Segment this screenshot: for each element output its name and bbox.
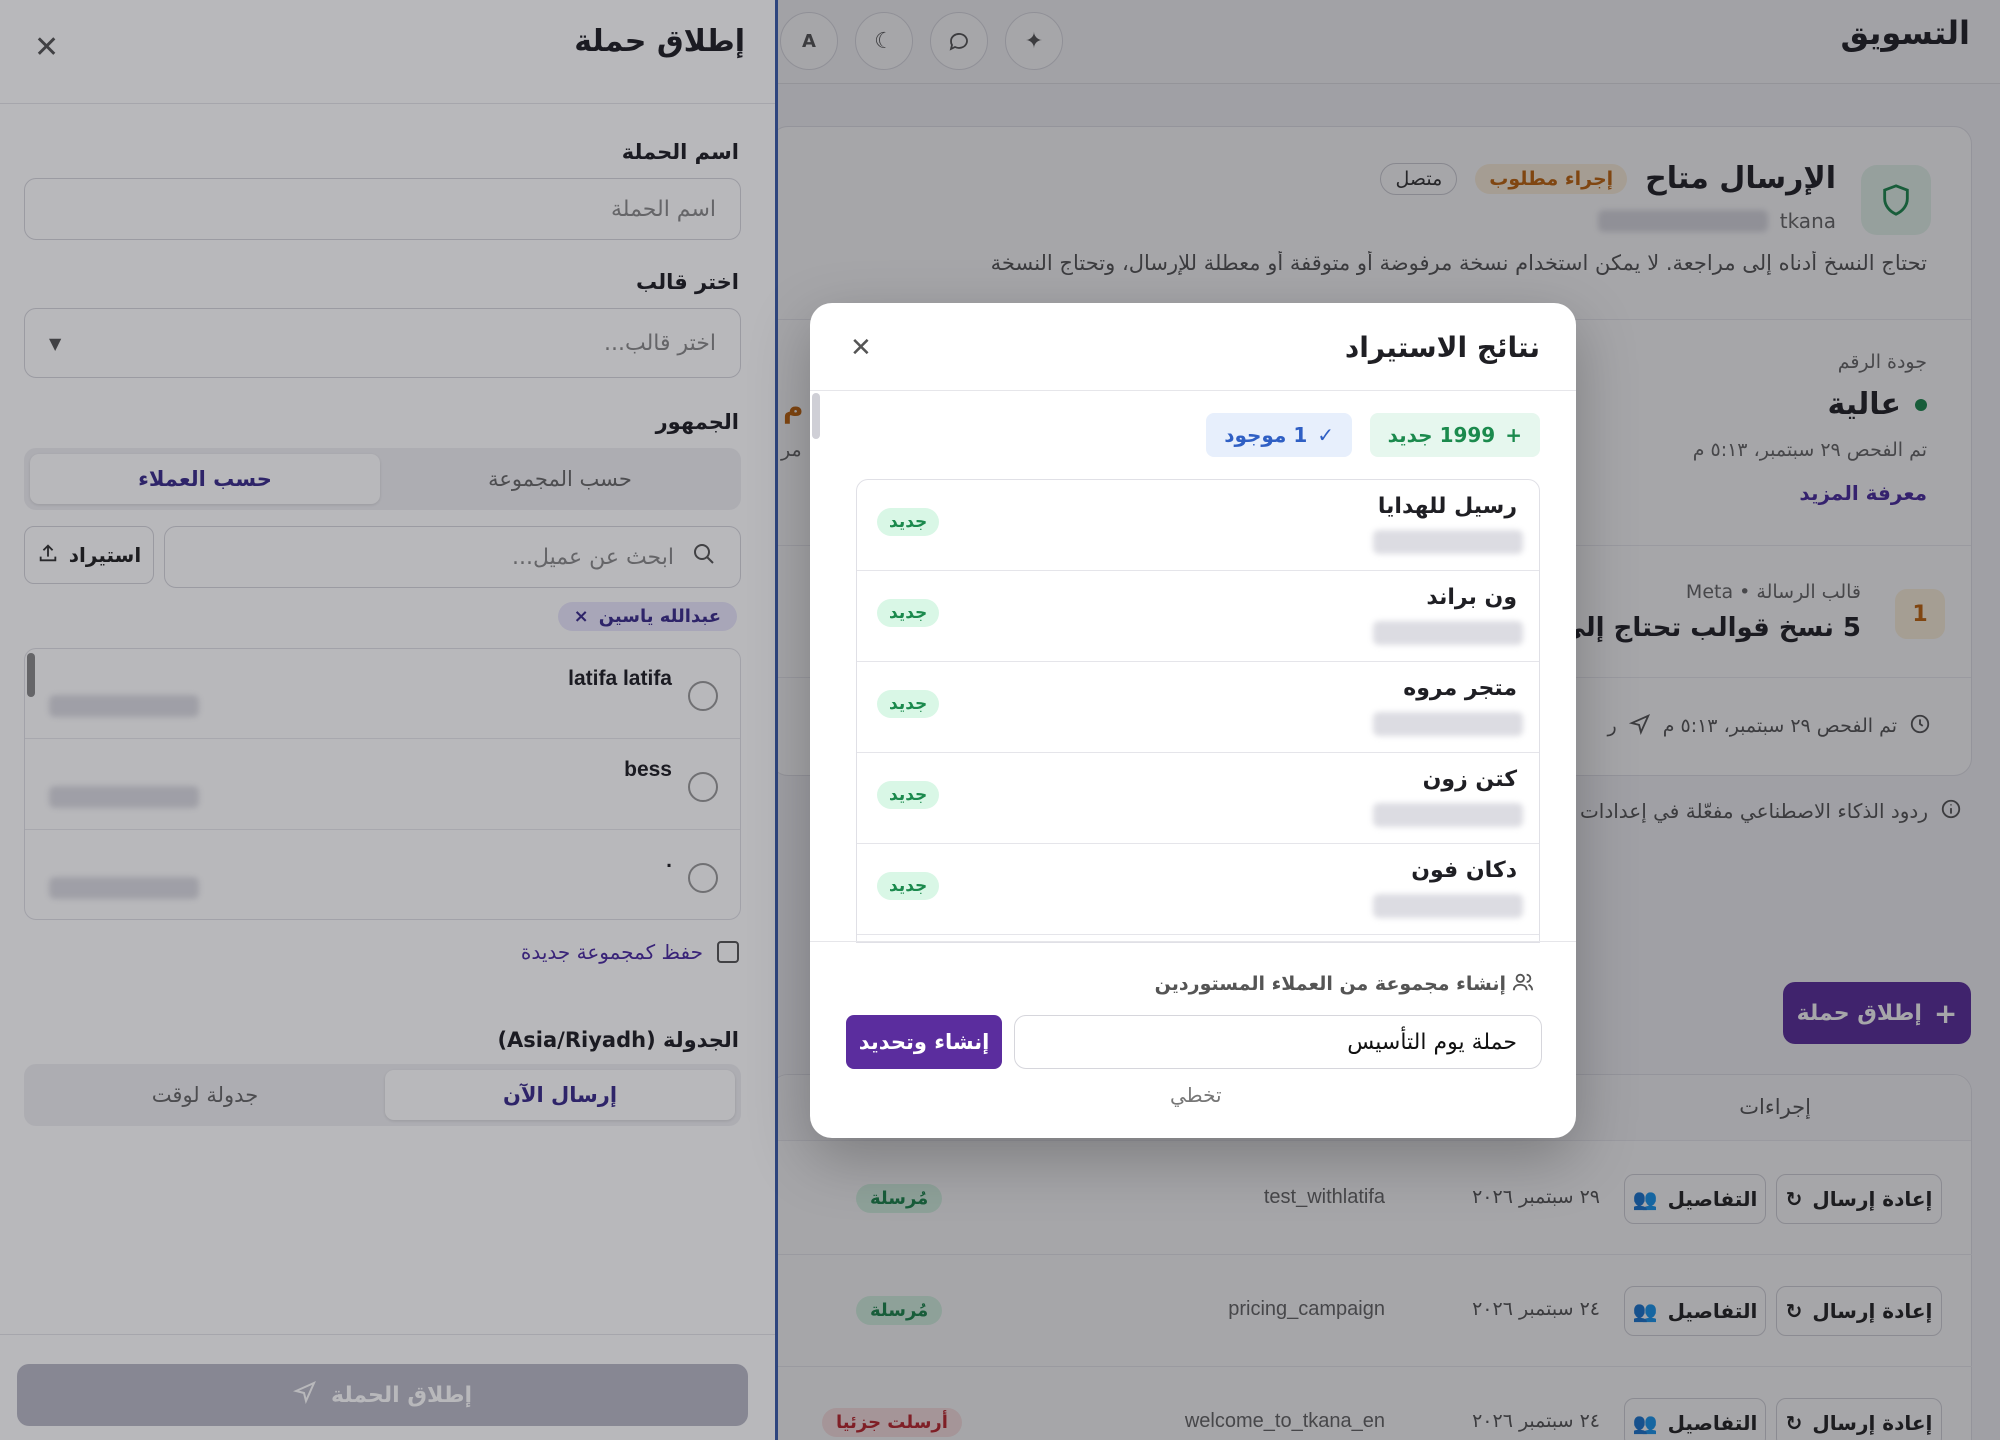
- customer-list: latifa latifa bess.: [24, 648, 741, 920]
- results-list: رسيل للهدايا جديد ون براند جديد متجر مروه جدي…: [856, 479, 1540, 943]
- campaign-name-label: اسم الحملة: [621, 140, 739, 164]
- selected-customer-chip[interactable]: عبدالله ياسين ×: [557, 602, 737, 631]
- result-phone-redacted: [1373, 894, 1523, 918]
- result-name: متجر مروه: [1403, 676, 1517, 701]
- chevron-down-icon: ▼: [49, 333, 62, 353]
- existing-count-badge: ✓ 1 موجود: [1206, 413, 1352, 457]
- customer-search-input[interactable]: ابحث عن عميل...: [164, 526, 741, 588]
- result-phone-redacted: [1373, 621, 1523, 645]
- save-group-checkbox[interactable]: [717, 941, 739, 963]
- customer-radio[interactable]: [688, 863, 718, 893]
- customer-radio[interactable]: [688, 772, 718, 802]
- customer-phone-redacted: [49, 695, 199, 717]
- customer-name: .: [666, 849, 672, 872]
- import-result-row: رسيل للهدايا جديد: [857, 480, 1539, 571]
- users-icon: [1512, 971, 1534, 997]
- audience-by-group[interactable]: حسب المجموعة: [385, 454, 735, 504]
- import-result-row: دكان فون جديد: [857, 844, 1539, 935]
- new-count-badge: + 1999 جديد: [1369, 413, 1540, 457]
- remove-chip-icon[interactable]: ×: [574, 606, 589, 627]
- scrollbar[interactable]: [812, 393, 820, 439]
- customer-row[interactable]: .: [25, 831, 740, 919]
- schedule-label: الجدولة (Asia/Riyadh): [497, 1028, 739, 1052]
- result-name: دكان فون: [1411, 858, 1517, 883]
- import-result-row: كتن زون جديد: [857, 753, 1539, 844]
- search-icon: [692, 542, 716, 572]
- sheet-title: إطلاق حملة: [574, 24, 745, 59]
- skip-link[interactable]: تخطي: [1170, 1083, 1222, 1107]
- create-group-label: إنشاء مجموعة من العملاء المستوردين: [1154, 973, 1506, 995]
- modal-title: نتائج الاستيراد: [1344, 331, 1540, 364]
- new-tag: جديد: [877, 690, 940, 718]
- customer-phone-redacted: [49, 786, 199, 808]
- result-phone-redacted: [1373, 712, 1523, 736]
- new-tag: جديد: [877, 599, 940, 627]
- new-tag: جديد: [877, 872, 940, 900]
- plus-icon: +: [1505, 423, 1522, 447]
- import-result-row: ون براند جديد: [857, 571, 1539, 662]
- schedule-later-option[interactable]: جدولة لوقت: [30, 1070, 380, 1120]
- check-icon: ✓: [1317, 423, 1334, 447]
- new-tag: جديد: [877, 508, 940, 536]
- customer-name: latifa latifa: [568, 667, 672, 690]
- send-now-option[interactable]: إرسال الآن: [385, 1070, 735, 1120]
- scrollbar[interactable]: [27, 653, 35, 697]
- result-name: كتن زون: [1422, 767, 1517, 792]
- template-select[interactable]: اختر قالب... ▼: [24, 308, 741, 378]
- send-icon: [292, 1380, 317, 1410]
- import-button[interactable]: استيراد: [24, 526, 154, 584]
- upload-icon: [37, 542, 59, 569]
- import-result-row: متجر مروه جديد: [857, 662, 1539, 753]
- schedule-toggle: إرسال الآن جدولة لوقت: [24, 1064, 741, 1126]
- customer-name: bess: [624, 758, 672, 781]
- new-tag: جديد: [877, 781, 940, 809]
- save-group-label[interactable]: حفظ كمجموعة جديدة: [521, 940, 703, 964]
- close-icon[interactable]: ✕: [850, 333, 872, 363]
- result-name: ون براند: [1426, 585, 1517, 610]
- audience-by-customers[interactable]: حسب العملاء: [30, 454, 380, 504]
- result-name: رسيل للهدايا: [1377, 494, 1517, 519]
- campaign-name-input[interactable]: اسم الحملة: [24, 178, 741, 240]
- close-icon[interactable]: ✕: [34, 30, 59, 65]
- customer-row[interactable]: latifa latifa: [25, 649, 740, 739]
- customer-radio[interactable]: [688, 681, 718, 711]
- group-name-input[interactable]: حملة يوم التأسيس: [1014, 1015, 1542, 1069]
- audience-toggle: حسب العملاء حسب المجموعة: [24, 448, 741, 510]
- import-results-modal: نتائج الاستيراد ✕ + 1999 جديد ✓ 1 موجود …: [810, 303, 1576, 1138]
- create-and-select-button[interactable]: إنشاء وتحديد: [846, 1015, 1002, 1069]
- result-phone-redacted: [1373, 803, 1523, 827]
- customer-phone-redacted: [49, 877, 199, 899]
- customer-row[interactable]: bess: [25, 740, 740, 830]
- audience-label: الجمهور: [655, 410, 739, 434]
- template-label: اختر قالب: [635, 270, 739, 294]
- launch-campaign-submit[interactable]: إطلاق الحملة: [17, 1364, 748, 1426]
- result-phone-redacted: [1373, 530, 1523, 554]
- launch-campaign-sheet: إطلاق حملة ✕ اسم الحملة اسم الحملة اختر …: [0, 0, 778, 1440]
